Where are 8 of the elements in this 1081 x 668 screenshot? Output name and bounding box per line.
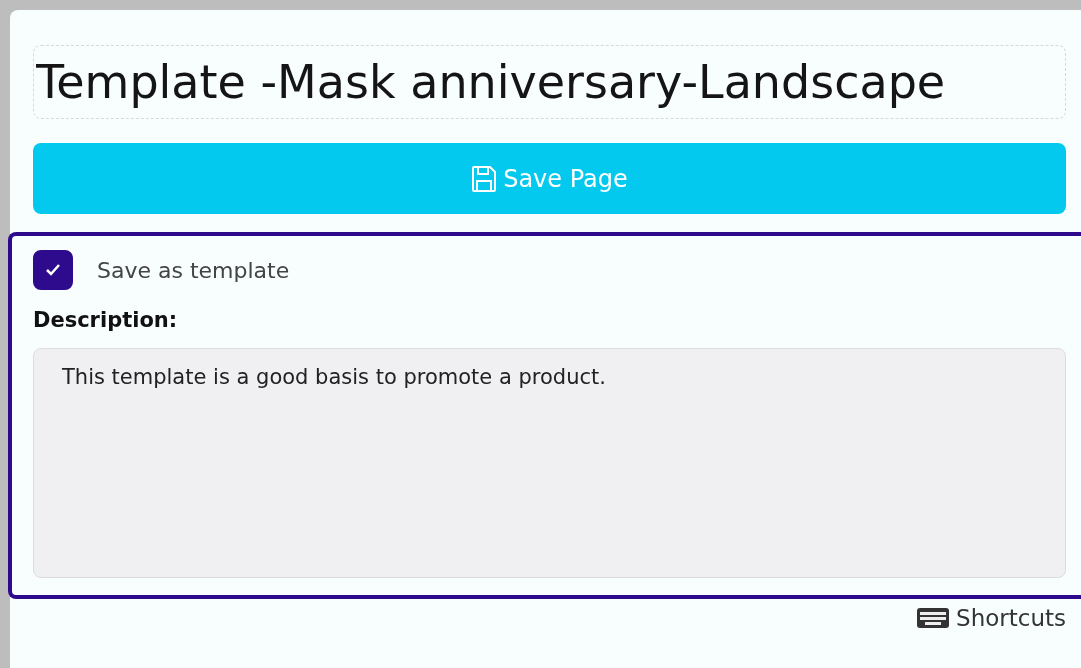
save-icon	[471, 164, 498, 193]
checkbox-label: Save as template	[97, 257, 290, 283]
keyboard-icon	[916, 607, 951, 629]
title-field[interactable]: Template -Mask anniversary-Landscape	[33, 45, 1066, 119]
description-field[interactable]: This template is a good basis to promote a product.	[33, 348, 1066, 578]
shortcuts-link[interactable]: Shortcuts	[916, 605, 1066, 631]
checkbox[interactable]	[33, 250, 73, 290]
description-label: Description:	[33, 308, 179, 332]
